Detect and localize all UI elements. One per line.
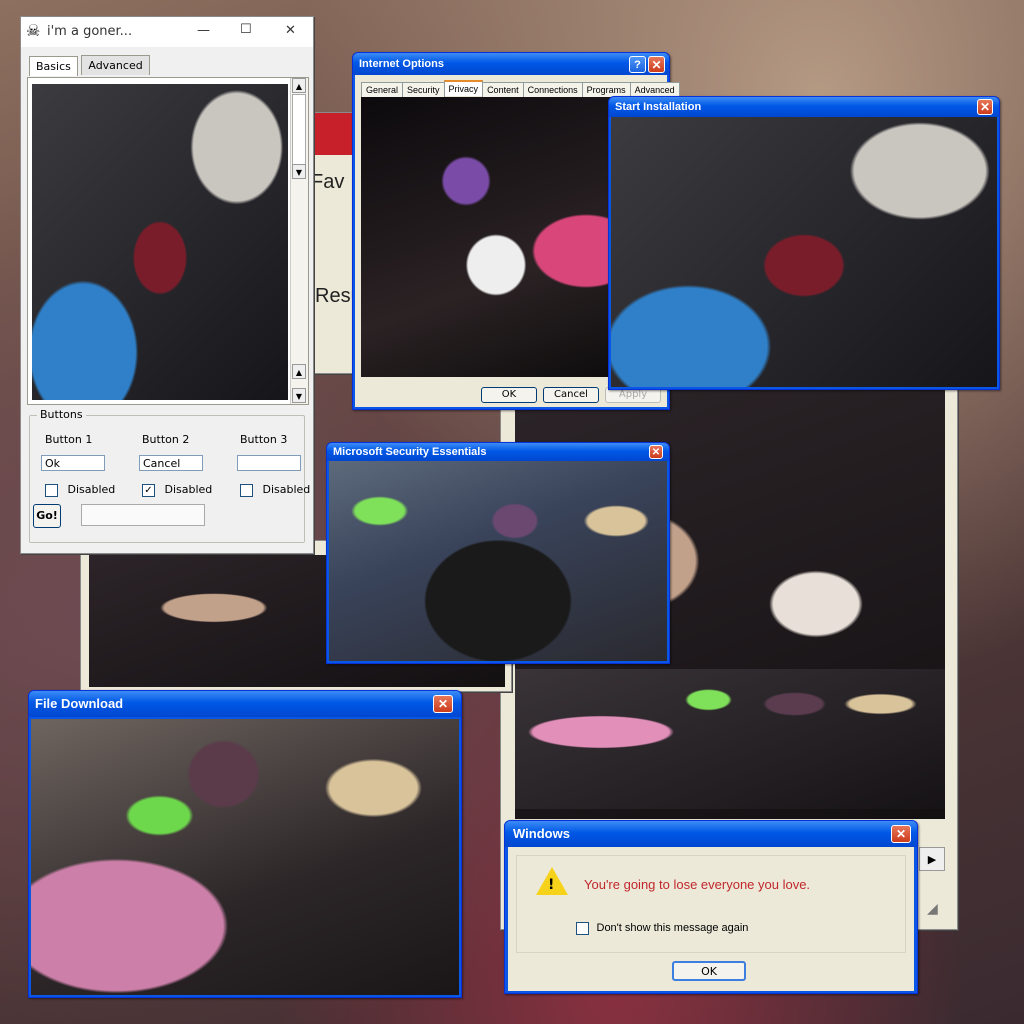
skull-icon: ☠ <box>26 21 41 40</box>
warning-message: You're going to lose everyone you love. <box>584 877 811 892</box>
windows-dialog-title: Windows <box>513 826 570 841</box>
security-essentials-titlebar: Microsoft Security Essentials ✕ <box>327 443 669 461</box>
button1-disabled-label: Disabled <box>67 483 116 496</box>
file-download-close-button[interactable]: ✕ <box>433 695 453 713</box>
button3-disabled-row[interactable]: Disabled <box>240 483 310 497</box>
file-download-titlebar: File Download ✕ <box>29 691 461 717</box>
button3-disabled-checkbox[interactable] <box>240 483 253 497</box>
scroll-up-button[interactable]: ▲ <box>292 78 306 93</box>
internet-options-titlebar: Internet Options ? ✕ <box>353 53 669 75</box>
maximize-button[interactable]: ☐ <box>240 22 252 37</box>
scroll-up-button-lower[interactable]: ▲ <box>292 364 306 379</box>
cancel-button[interactable]: Cancel <box>543 387 599 403</box>
photo-performer <box>32 84 288 400</box>
minimize-button[interactable]: — <box>197 23 210 38</box>
start-installation-window: Start Installation ✕ <box>608 96 1000 390</box>
start-installation-title: Start Installation <box>615 101 702 113</box>
goner-tab-panel: ▲ ▼ ▲ ▼ <box>27 77 309 405</box>
goner-scrollbar[interactable]: ▲ ▼ ▲ ▼ <box>290 78 308 404</box>
scroll-right-button[interactable]: ▶ <box>919 847 945 871</box>
goner-window: ☠ i'm a goner... — ☐ ✕ Basics Advanced ▲… <box>20 16 314 554</box>
windows-dialog-panel <box>516 855 906 953</box>
goner-title: i'm a goner... <box>47 24 133 39</box>
scroll-down-button-lower[interactable]: ▼ <box>292 388 306 403</box>
close-button[interactable]: ✕ <box>285 23 296 38</box>
button3-disabled-label: Disabled <box>262 483 311 496</box>
security-essentials-close-button[interactable]: ✕ <box>649 445 663 459</box>
windows-ok-button[interactable]: OK <box>672 961 746 981</box>
button2-disabled-checkbox[interactable]: ✓ <box>142 483 155 497</box>
tab-connections[interactable]: Connections <box>522 82 583 97</box>
scroll-down-button[interactable]: ▼ <box>292 164 306 179</box>
photo-group-five <box>31 719 459 995</box>
file-download-window: File Download ✕ <box>28 690 462 998</box>
go-button[interactable]: Go! <box>33 504 61 528</box>
warning-icon-mark: ! <box>548 877 555 893</box>
button2-disabled-row[interactable]: ✓ Disabled <box>142 483 212 497</box>
resize-grip-icon[interactable]: ◢ <box>927 901 947 921</box>
groupbox-label: Buttons <box>37 408 86 421</box>
tab-basics[interactable]: Basics <box>29 56 78 76</box>
button3-field[interactable] <box>237 455 301 471</box>
photo-group-four <box>329 461 667 661</box>
ok-button[interactable]: OK <box>481 387 537 403</box>
photo-lower-strip <box>515 669 945 809</box>
start-installation-close-button[interactable]: ✕ <box>977 99 993 115</box>
tab-privacy[interactable]: Privacy <box>443 80 484 96</box>
windows-dialog-close-button[interactable]: ✕ <box>891 825 911 843</box>
tab-advanced[interactable]: Advanced <box>629 82 680 97</box>
dont-show-label: Don't show this message again <box>596 922 749 934</box>
button1-label: Button 1 <box>45 433 93 446</box>
partial-fav-label: Fav <box>311 171 345 193</box>
windows-dialog-body: ! You're going to lose everyone you love… <box>508 847 914 991</box>
windows-dialog: Windows ✕ ! You're going to lose everyon… <box>504 820 918 994</box>
start-installation-titlebar: Start Installation ✕ <box>609 97 999 117</box>
tab-content[interactable]: Content <box>482 82 524 97</box>
internet-options-tabs: General Security Privacy Content Connections… <box>361 80 680 97</box>
tab-advanced[interactable]: Advanced <box>81 55 150 75</box>
button2-field[interactable]: Cancel <box>139 455 203 471</box>
windows-dialog-titlebar: Windows ✕ <box>505 821 917 847</box>
internet-options-title: Internet Options <box>359 58 444 70</box>
dont-show-checkbox[interactable] <box>576 921 589 935</box>
button2-disabled-label: Disabled <box>164 483 213 496</box>
tab-security[interactable]: Security <box>402 82 445 97</box>
security-essentials-window: Microsoft Security Essentials ✕ <box>326 442 670 664</box>
file-download-title: File Download <box>35 696 124 711</box>
button1-field[interactable]: Ok <box>41 455 105 471</box>
progress-field <box>81 504 205 526</box>
security-essentials-title: Microsoft Security Essentials <box>333 446 487 458</box>
photo-sign-graphic <box>200 84 288 114</box>
tab-general[interactable]: General <box>361 82 404 97</box>
button2-label: Button 2 <box>142 433 190 446</box>
goner-titlebar: ☠ i'm a goner... — ☐ ✕ <box>21 17 313 47</box>
button3-label: Button 3 <box>240 433 288 446</box>
tab-programs[interactable]: Programs <box>581 82 631 97</box>
goner-tabs: Basics Advanced <box>29 55 150 76</box>
button1-disabled-row[interactable]: Disabled <box>45 483 115 497</box>
internet-options-close-button[interactable]: ✕ <box>648 56 665 73</box>
help-button[interactable]: ? <box>629 56 646 73</box>
photo-dj <box>611 117 997 387</box>
scroll-thumb[interactable] <box>292 94 306 168</box>
button1-disabled-checkbox[interactable] <box>45 483 58 497</box>
dont-show-row[interactable]: Don't show this message again <box>576 921 748 935</box>
